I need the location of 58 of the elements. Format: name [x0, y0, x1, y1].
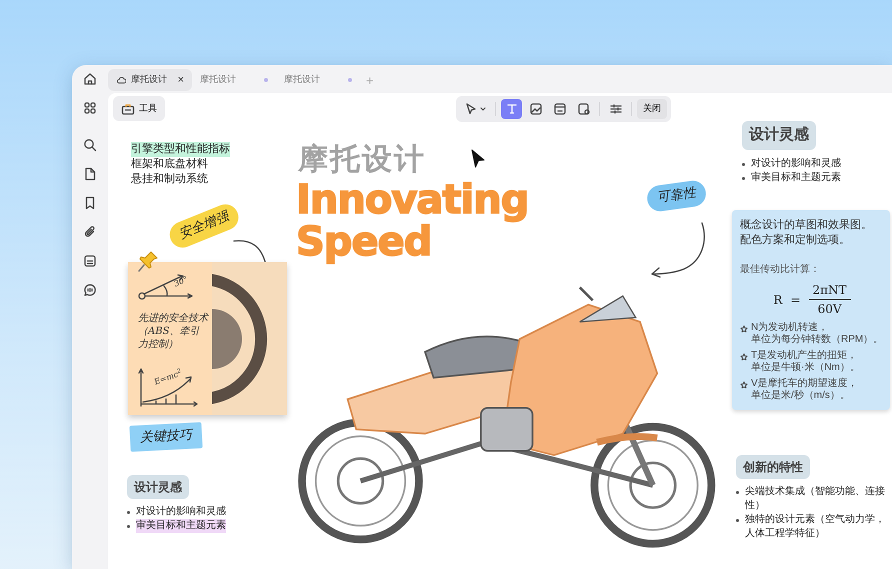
note-text: V是摩托车的期望速度， 单位是米/秒（m/s）。	[751, 378, 858, 402]
graph-sketch	[136, 366, 200, 408]
handwritten-label: 可靠性	[646, 179, 708, 212]
headline-text: Innovating	[296, 180, 528, 220]
bullet-text: 对设计的影响和灵感	[751, 157, 841, 171]
cursor-icon	[470, 149, 486, 169]
spec-text: 引擎类型和性能指标	[131, 142, 230, 157]
home-icon[interactable]	[83, 72, 97, 86]
bullet-text: 独特的设计元素（空气动力学，人体工程学特征）	[745, 513, 886, 541]
bookmark-icon[interactable]	[83, 196, 97, 210]
stamp-icon	[576, 102, 590, 116]
spec-text: 悬挂和制动系统	[131, 172, 208, 187]
section-heading: 设计灵感	[742, 121, 816, 150]
tools-button[interactable]: 工具	[113, 96, 165, 121]
unsaved-dot	[264, 78, 268, 82]
spec-text: 框架和底盘材料	[131, 157, 208, 172]
bullet-text: 对设计的影响和灵感	[136, 505, 226, 519]
document-tab[interactable]: 摩托设计	[276, 69, 360, 91]
text-tool-icon	[504, 102, 518, 116]
bullet-icon	[736, 519, 739, 522]
headline-text: Speed	[296, 222, 432, 262]
cloud-icon	[116, 76, 126, 84]
document-tab[interactable]: 摩托设计	[192, 69, 276, 91]
section-heading: 创新的特性	[736, 455, 810, 479]
apps-icon[interactable]	[83, 100, 97, 114]
document-tab[interactable]: 摩托设计 ×	[108, 69, 192, 91]
close-button[interactable]: 关闭	[637, 99, 667, 119]
formula-caption: 最佳传动比计算：	[740, 262, 821, 277]
textbox-icon	[552, 102, 566, 116]
handwritten-label: 关键技巧	[129, 422, 203, 452]
concept-text: 概念设计的草图和效果图。 配色方案和定制选项。	[740, 218, 873, 248]
pushpin-icon	[137, 250, 159, 274]
formula-symbol: =	[790, 292, 801, 308]
bullet-icon	[742, 163, 745, 166]
bullet-icon	[127, 525, 130, 528]
formula-symbol: R	[773, 292, 782, 308]
canvas-title: 摩托设计	[298, 142, 426, 178]
note-text: 先进的安全技术（ABS、牵引力控制）	[138, 312, 208, 351]
bullet-icon	[127, 511, 130, 514]
bullet-icon	[736, 491, 739, 494]
search-icon[interactable]	[83, 138, 97, 152]
toolbox-icon	[121, 102, 135, 114]
bullet-text: 审美目标和主题元素	[136, 519, 226, 533]
bullet-text: 审美目标和主题元素	[751, 171, 841, 185]
comment-icon[interactable]	[83, 282, 97, 296]
caret-icon	[480, 107, 486, 111]
note-text: N为发动机转速， 单位为每分钟转数（RPM）。	[751, 322, 884, 346]
bullet-icon	[742, 177, 745, 180]
note-text: T是发动机产生的扭矩， 单位是牛顿·米（Nm）。	[751, 350, 860, 374]
page-icon[interactable]	[83, 166, 97, 180]
bullet-text: 尖端技术集成（智能功能、连接性）	[745, 485, 886, 513]
sliders-icon	[608, 102, 622, 116]
unsaved-dot	[348, 78, 352, 82]
close-tab-icon[interactable]: ×	[178, 72, 184, 88]
section-heading: 设计灵感	[127, 475, 189, 499]
angle-label: 30°	[172, 274, 190, 290]
formula-fraction: 2πNT 60V	[808, 281, 851, 318]
paperclip-icon[interactable]	[83, 224, 97, 238]
